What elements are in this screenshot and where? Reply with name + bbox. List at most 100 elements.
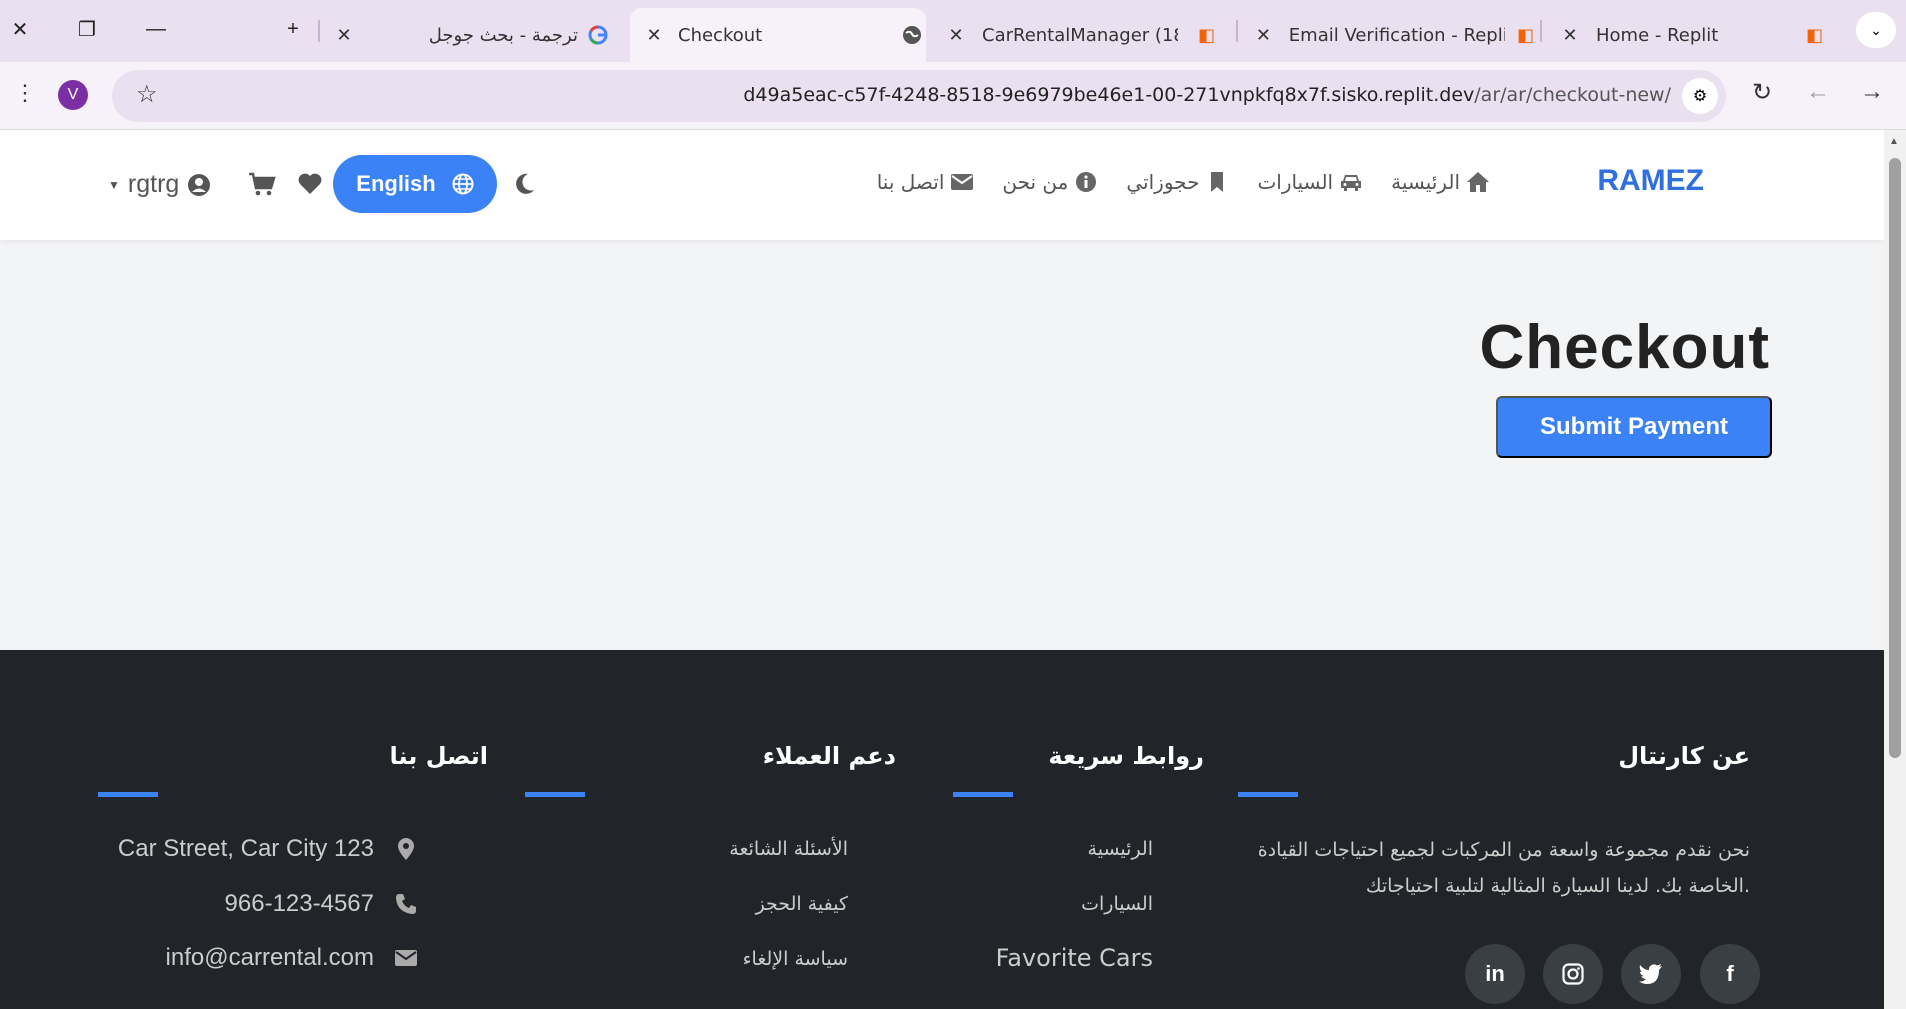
footer-link-how-to-book[interactable]: كيفية الحجز bbox=[756, 893, 848, 915]
tab-label: CarRentalManager (18) - bbox=[982, 24, 1178, 46]
url-host: d49a5eac-c57f-4248-8518-9e6979be46e1-00-… bbox=[743, 84, 1475, 106]
nav-link-bookings[interactable]: حجوزاتي bbox=[1126, 170, 1229, 194]
bookmark-star-icon[interactable]: ☆ bbox=[136, 80, 158, 109]
contact-phone: 966-123-4567 bbox=[225, 890, 418, 918]
page-title: Checkout bbox=[1479, 313, 1770, 382]
footer-link-cars[interactable]: السيارات bbox=[1081, 893, 1153, 915]
close-icon[interactable]: ✕ bbox=[640, 25, 668, 46]
tab-checkout[interactable]: ✕ Checkout bbox=[630, 8, 926, 62]
facebook-icon[interactable]: f bbox=[1700, 944, 1760, 1004]
footer-about: عن كارنتال bbox=[1618, 742, 1750, 770]
nav-link-label: من نحن bbox=[1002, 170, 1069, 194]
language-toggle-button[interactable]: English bbox=[333, 155, 497, 213]
footer-link-favorite-cars[interactable]: Favorite Cars bbox=[996, 944, 1153, 972]
page-scrollbar[interactable]: ▲ bbox=[1884, 130, 1906, 1009]
map-pin-icon bbox=[398, 838, 414, 860]
user-menu[interactable]: ▼ rgtrg bbox=[108, 170, 211, 199]
back-icon[interactable]: ← bbox=[1806, 78, 1830, 106]
footer-accent-line bbox=[953, 792, 1013, 797]
tab-label: Email Verification - Replit bbox=[1288, 24, 1505, 46]
replit-icon: ◧ bbox=[1516, 24, 1534, 46]
footer-quick-links: روابط سريعة bbox=[1048, 742, 1204, 770]
footer-accent-line bbox=[1238, 792, 1298, 797]
tab-home-replit[interactable]: ✕ Home - Replit ◧ bbox=[1556, 8, 1836, 62]
globe-icon bbox=[452, 173, 474, 195]
tab-label: ترجمة - بحث جوجل bbox=[428, 24, 578, 46]
footer-accent-line bbox=[98, 792, 158, 797]
envelope-icon bbox=[951, 174, 974, 190]
tab-google-translate[interactable]: ✕ ترجمة - بحث جوجل bbox=[330, 8, 615, 62]
nav-link-label: حجوزاتي bbox=[1126, 170, 1200, 194]
site-navbar: RAMEZ الرئيسية السيارات حجوزاتي من نحن ا… bbox=[0, 130, 1884, 240]
menu-dots-icon[interactable]: ⋮ bbox=[14, 80, 36, 106]
nav-link-label: السيارات bbox=[1257, 170, 1334, 194]
phone-icon bbox=[396, 894, 416, 914]
scroll-up-icon[interactable]: ▲ bbox=[1889, 136, 1899, 147]
browser-address-bar: ⋮ V ☆ d49a5eac-c57f-4248-8518-9e6979be46… bbox=[0, 62, 1906, 130]
nav-link-cars[interactable]: السيارات bbox=[1257, 170, 1363, 194]
minimize-window-icon[interactable]: — bbox=[141, 14, 171, 44]
tab-carrentalmanager[interactable]: ✕ CarRentalManager (18) - ◧ bbox=[942, 8, 1232, 62]
caret-down-icon: ▼ bbox=[108, 177, 120, 192]
google-icon bbox=[588, 25, 608, 45]
url-path: /ar/ar/checkout-new/ bbox=[1474, 84, 1671, 106]
url-field[interactable]: d49a5eac-c57f-4248-8518-9e6979be46e1-00-… bbox=[743, 84, 1671, 106]
footer-link-home[interactable]: الرئيسية bbox=[1088, 838, 1153, 860]
contact-phone-text: 966-123-4567 bbox=[224, 890, 374, 917]
footer-heading: عن كارنتال bbox=[1618, 742, 1750, 770]
nav-links: الرئيسية السيارات حجوزاتي من نحن اتصل بن… bbox=[877, 170, 1490, 194]
tab-search-chevron-icon[interactable]: ⌄ bbox=[1856, 12, 1896, 48]
reload-icon[interactable]: ↻ bbox=[1752, 78, 1772, 107]
nav-link-contact[interactable]: اتصل بنا bbox=[877, 170, 975, 194]
replit-icon: ◧ bbox=[1806, 24, 1824, 46]
forward-icon[interactable]: → bbox=[1860, 78, 1884, 106]
footer-about-text: نحن نقدم مجموعة واسعة من المركبات لجميع … bbox=[1257, 839, 1750, 897]
nav-link-about[interactable]: من نحن bbox=[1002, 170, 1098, 194]
close-icon[interactable]: ✕ bbox=[330, 25, 358, 46]
close-icon[interactable]: ✕ bbox=[1556, 25, 1584, 46]
username: rgtrg bbox=[127, 170, 180, 198]
user-circle-icon bbox=[188, 173, 211, 196]
car-icon bbox=[1341, 175, 1362, 191]
tab-label: Checkout bbox=[678, 24, 763, 46]
contact-email: info@carrental.com bbox=[166, 944, 418, 972]
replit-icon: ◧ bbox=[1198, 24, 1216, 46]
new-tab-icon[interactable]: + bbox=[278, 14, 308, 44]
home-icon bbox=[1467, 172, 1489, 192]
twitter-icon[interactable] bbox=[1621, 944, 1681, 1004]
instagram-icon[interactable] bbox=[1543, 944, 1603, 1004]
submit-payment-button[interactable]: Submit Payment bbox=[1496, 396, 1772, 458]
close-icon[interactable]: ✕ bbox=[1250, 25, 1277, 46]
footer-heading: روابط سريعة bbox=[1048, 742, 1204, 770]
contact-address-text: Car Street, Car City 123 bbox=[117, 835, 374, 862]
linkedin-icon[interactable]: in bbox=[1465, 944, 1525, 1004]
info-icon bbox=[1076, 172, 1097, 192]
footer-link-faq[interactable]: الأسئلة الشائعة bbox=[729, 838, 848, 860]
tab-email-verification[interactable]: ✕ Email Verification - Replit ◧ bbox=[1250, 8, 1534, 62]
heart-icon[interactable] bbox=[297, 172, 323, 196]
footer-support: دعم العملاء bbox=[763, 742, 896, 770]
brand-logo[interactable]: RAMEZ bbox=[1597, 164, 1704, 198]
globe-icon bbox=[903, 26, 921, 44]
footer-heading: دعم العملاء bbox=[762, 742, 896, 770]
close-icon[interactable]: ✕ bbox=[942, 25, 970, 46]
footer-accent-line bbox=[525, 792, 585, 797]
footer-heading: اتصل بنا bbox=[389, 742, 488, 770]
language-label: English bbox=[356, 171, 436, 196]
footer-contact: اتصل بنا bbox=[390, 742, 488, 770]
cart-icon[interactable] bbox=[248, 172, 276, 198]
contact-email-text: info@carrental.com bbox=[165, 944, 374, 971]
close-window-icon[interactable]: ✕ bbox=[5, 14, 35, 44]
omnibox[interactable]: ☆ d49a5eac-c57f-4248-8518-9e6979be46e1-0… bbox=[112, 70, 1726, 122]
site-settings-icon[interactable]: ⚙ bbox=[1682, 78, 1718, 114]
tab-label: Home - Replit bbox=[1596, 24, 1719, 46]
footer-link-cancellation-policy[interactable]: سياسة الإلغاء bbox=[743, 948, 848, 970]
nav-link-home[interactable]: الرئيسية bbox=[1391, 170, 1490, 194]
avatar[interactable]: V bbox=[58, 80, 88, 110]
dark-mode-moon-icon[interactable] bbox=[514, 172, 536, 196]
bookmark-icon bbox=[1211, 172, 1224, 192]
restore-window-icon[interactable]: ❐ bbox=[72, 14, 102, 44]
envelope-icon bbox=[395, 950, 417, 966]
scrollbar-thumb[interactable] bbox=[1889, 158, 1901, 758]
nav-link-label: اتصل بنا bbox=[876, 170, 945, 194]
